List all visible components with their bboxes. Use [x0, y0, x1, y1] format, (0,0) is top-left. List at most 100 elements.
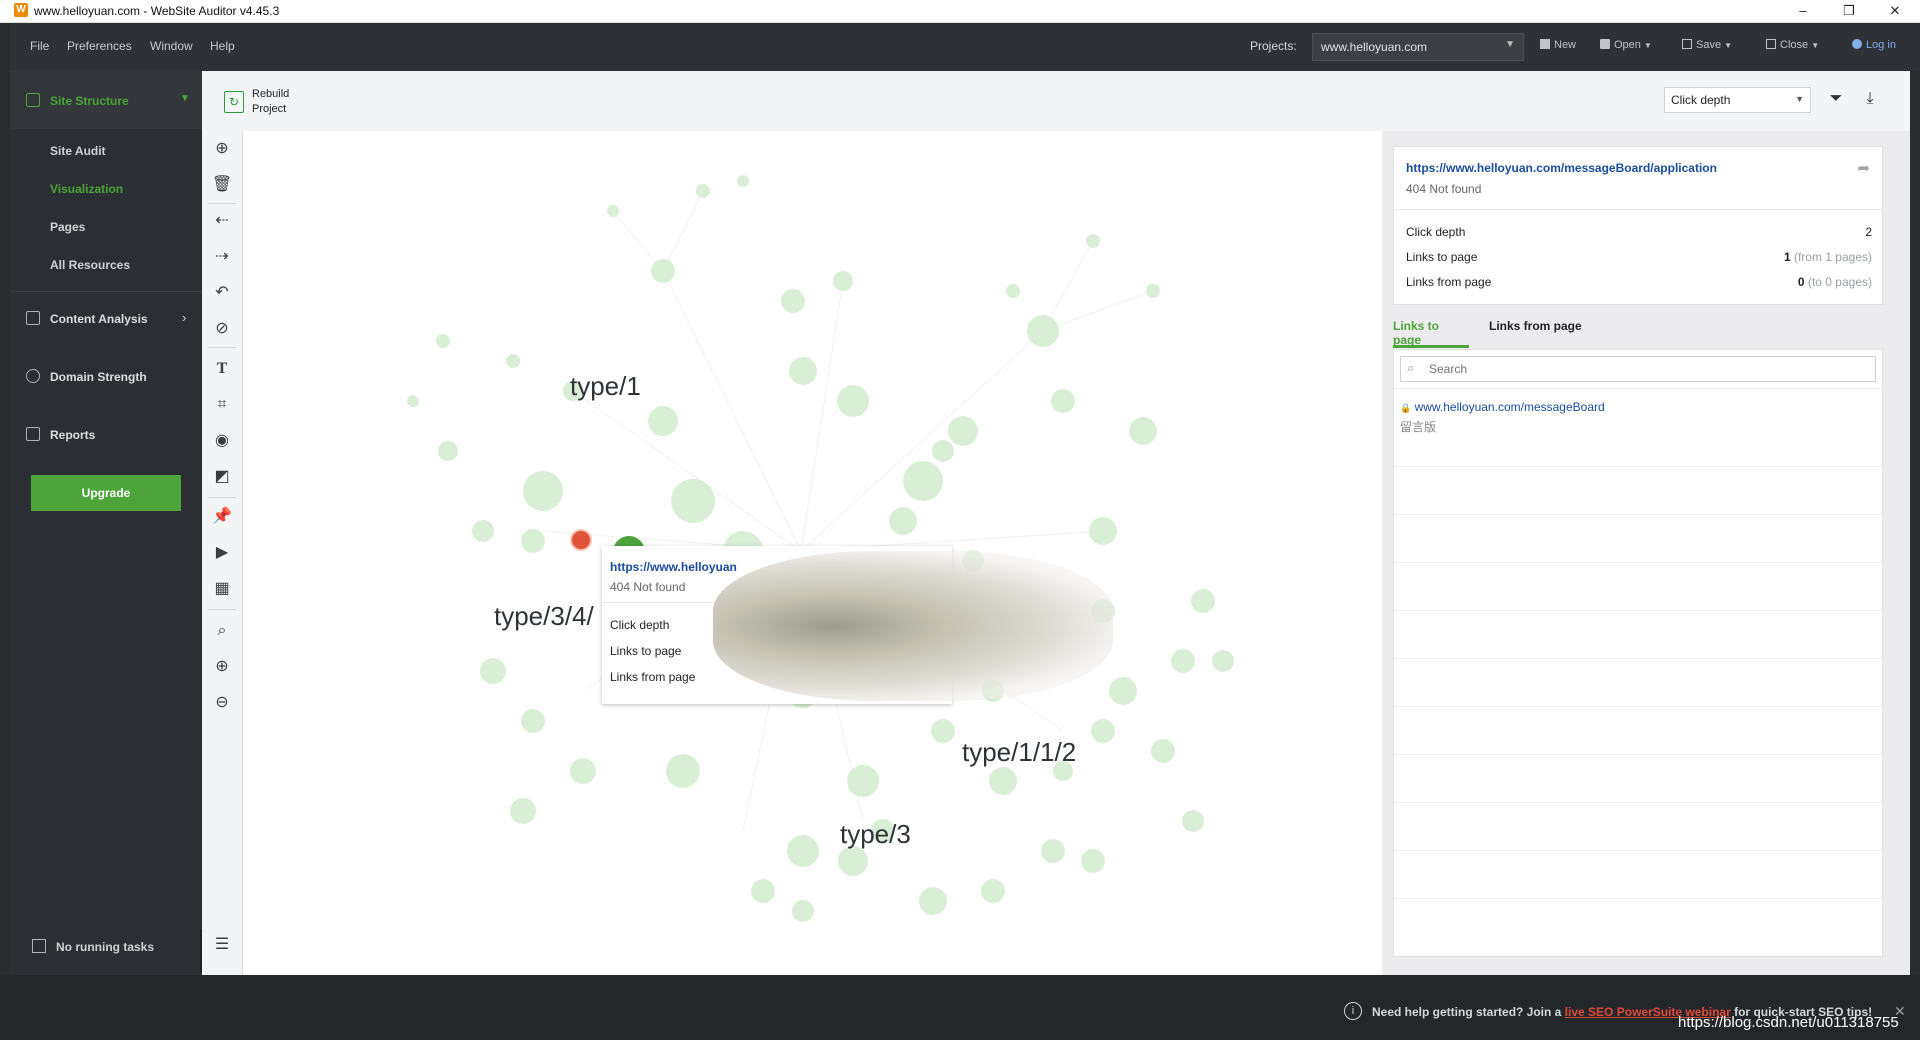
- graph-node[interactable]: [407, 395, 419, 407]
- graph-node[interactable]: [847, 765, 879, 797]
- graph-node[interactable]: [948, 416, 978, 446]
- graph-node[interactable]: [931, 719, 955, 743]
- graph-node[interactable]: [989, 767, 1017, 795]
- list-item[interactable]: 🔒 www.helloyuan.com/messageBoard: [1400, 400, 1605, 414]
- save-button[interactable]: Save ▼: [1682, 39, 1732, 51]
- close-banner-icon[interactable]: ✕: [1894, 1003, 1906, 1020]
- graph-node[interactable]: [1006, 284, 1020, 298]
- open-button[interactable]: Open ▼: [1600, 39, 1652, 51]
- graph-node[interactable]: [1191, 589, 1215, 613]
- graph-node[interactable]: [833, 271, 853, 291]
- close-window-icon[interactable]: ✕: [1872, 0, 1918, 22]
- sidebar-item-site-audit[interactable]: Site Audit: [50, 144, 106, 158]
- graph-node[interactable]: [1027, 315, 1059, 347]
- graph-node[interactable]: [1212, 650, 1234, 672]
- graph-node[interactable]: [648, 406, 678, 436]
- graph-node[interactable]: [787, 835, 819, 867]
- close-project-button[interactable]: Close ▼: [1766, 39, 1819, 51]
- graph-node[interactable]: [438, 441, 458, 461]
- search-input[interactable]: [1427, 359, 1871, 379]
- text-size-icon[interactable]: T: [210, 357, 234, 381]
- graph-node[interactable]: [521, 529, 545, 553]
- graph-node[interactable]: [1129, 417, 1157, 445]
- palette-icon[interactable]: ◉: [210, 429, 234, 453]
- menu-help[interactable]: Help: [210, 39, 235, 53]
- menu-window[interactable]: Window: [150, 39, 193, 53]
- graph-node[interactable]: [696, 184, 710, 198]
- graph-node[interactable]: [1091, 719, 1115, 743]
- graph-node[interactable]: [436, 334, 450, 348]
- graph-node[interactable]: [737, 175, 749, 187]
- graph-node[interactable]: [1086, 234, 1100, 248]
- project-select[interactable]: www.helloyuan.com ▼: [1312, 33, 1524, 61]
- graph-node[interactable]: [480, 658, 506, 684]
- graph-node[interactable]: [1109, 677, 1137, 705]
- sidebar-item-domain-strength[interactable]: Domain Strength: [10, 351, 202, 401]
- graph-node[interactable]: [903, 461, 943, 501]
- undo-icon[interactable]: ↶: [210, 281, 234, 305]
- graph-node[interactable]: [932, 440, 954, 462]
- graph-node[interactable]: [1089, 517, 1117, 545]
- play-icon[interactable]: ▶: [210, 541, 234, 565]
- graph-node[interactable]: [1041, 839, 1065, 863]
- minimize-icon[interactable]: –: [1780, 0, 1826, 22]
- sidebar-item-reports[interactable]: Reports: [10, 409, 202, 459]
- new-button[interactable]: New: [1540, 39, 1576, 51]
- add-node-icon[interactable]: ⊕: [210, 137, 234, 161]
- graph-node[interactable]: [789, 357, 817, 385]
- calculator-icon[interactable]: ▦: [210, 577, 234, 601]
- list-icon[interactable]: ☰: [210, 933, 234, 957]
- graph-node[interactable]: [521, 709, 545, 733]
- trash-icon[interactable]: 🗑: [210, 173, 234, 197]
- graph-node[interactable]: [889, 507, 917, 535]
- graph-node[interactable]: [981, 879, 1005, 903]
- graph-node[interactable]: [837, 385, 869, 417]
- link-url[interactable]: www.helloyuan.com/messageBoard: [1415, 400, 1605, 414]
- graph-node[interactable]: [651, 259, 675, 283]
- graph-node[interactable]: [792, 900, 814, 922]
- upgrade-button[interactable]: Upgrade: [31, 475, 181, 511]
- search-field[interactable]: ⌕: [1400, 356, 1876, 382]
- graph-node[interactable]: [666, 754, 700, 788]
- share-icon[interactable]: ➦: [1857, 159, 1870, 177]
- graph-node[interactable]: [570, 758, 596, 784]
- selected-node[interactable]: [570, 529, 592, 551]
- incoming-links-icon[interactable]: ⇠: [210, 209, 234, 233]
- graph-node[interactable]: [1146, 284, 1160, 298]
- graph-node[interactable]: [1051, 389, 1075, 413]
- hide-node-icon[interactable]: ⊘: [210, 317, 234, 341]
- pin-icon[interactable]: 📌: [210, 505, 234, 529]
- graph-node[interactable]: [506, 354, 520, 368]
- login-button[interactable]: Log in: [1852, 39, 1896, 51]
- graph-node[interactable]: [472, 520, 494, 542]
- graph-node[interactable]: [1171, 649, 1195, 673]
- menu-file[interactable]: File: [30, 39, 49, 53]
- graph-node[interactable]: [1182, 810, 1204, 832]
- view-mode-select[interactable]: Click depth ▼: [1664, 87, 1811, 113]
- graph-node[interactable]: [751, 879, 775, 903]
- contrast-icon[interactable]: ◩: [210, 465, 234, 489]
- outgoing-links-icon[interactable]: ⇢: [210, 245, 234, 269]
- graph-node[interactable]: [1081, 849, 1105, 873]
- sidebar-item-visualization[interactable]: Visualization: [50, 182, 123, 196]
- graph-node[interactable]: [1151, 739, 1175, 763]
- sidebar-item-site-structure[interactable]: Site Structure ▼: [10, 71, 202, 129]
- zoom-in-icon[interactable]: ⊕: [210, 655, 234, 679]
- layout-icon[interactable]: ⌗: [210, 393, 234, 417]
- zoom-out-icon[interactable]: ⊖: [210, 691, 234, 715]
- graph-node[interactable]: [838, 846, 868, 876]
- tab-links-from-page[interactable]: Links from page: [1489, 319, 1582, 345]
- visualization-canvas[interactable]: type/1 type/3/4/ type/1/1/2 type/3 https…: [243, 131, 1382, 975]
- graph-node[interactable]: [510, 798, 536, 824]
- filter-icon[interactable]: ⏷: [1824, 87, 1848, 111]
- graph-node[interactable]: [781, 289, 805, 313]
- download-icon[interactable]: ⤓: [1858, 87, 1882, 111]
- graph-node[interactable]: [919, 887, 947, 915]
- sidebar-item-pages[interactable]: Pages: [50, 220, 85, 234]
- restore-icon[interactable]: ❐: [1826, 0, 1872, 22]
- menu-preferences[interactable]: Preferences: [67, 39, 132, 53]
- graph-node[interactable]: [607, 205, 619, 217]
- graph-node[interactable]: [671, 479, 715, 523]
- sidebar-item-content-analysis[interactable]: Content Analysis ›: [10, 293, 202, 343]
- sidebar-item-all-resources[interactable]: All Resources: [50, 258, 130, 272]
